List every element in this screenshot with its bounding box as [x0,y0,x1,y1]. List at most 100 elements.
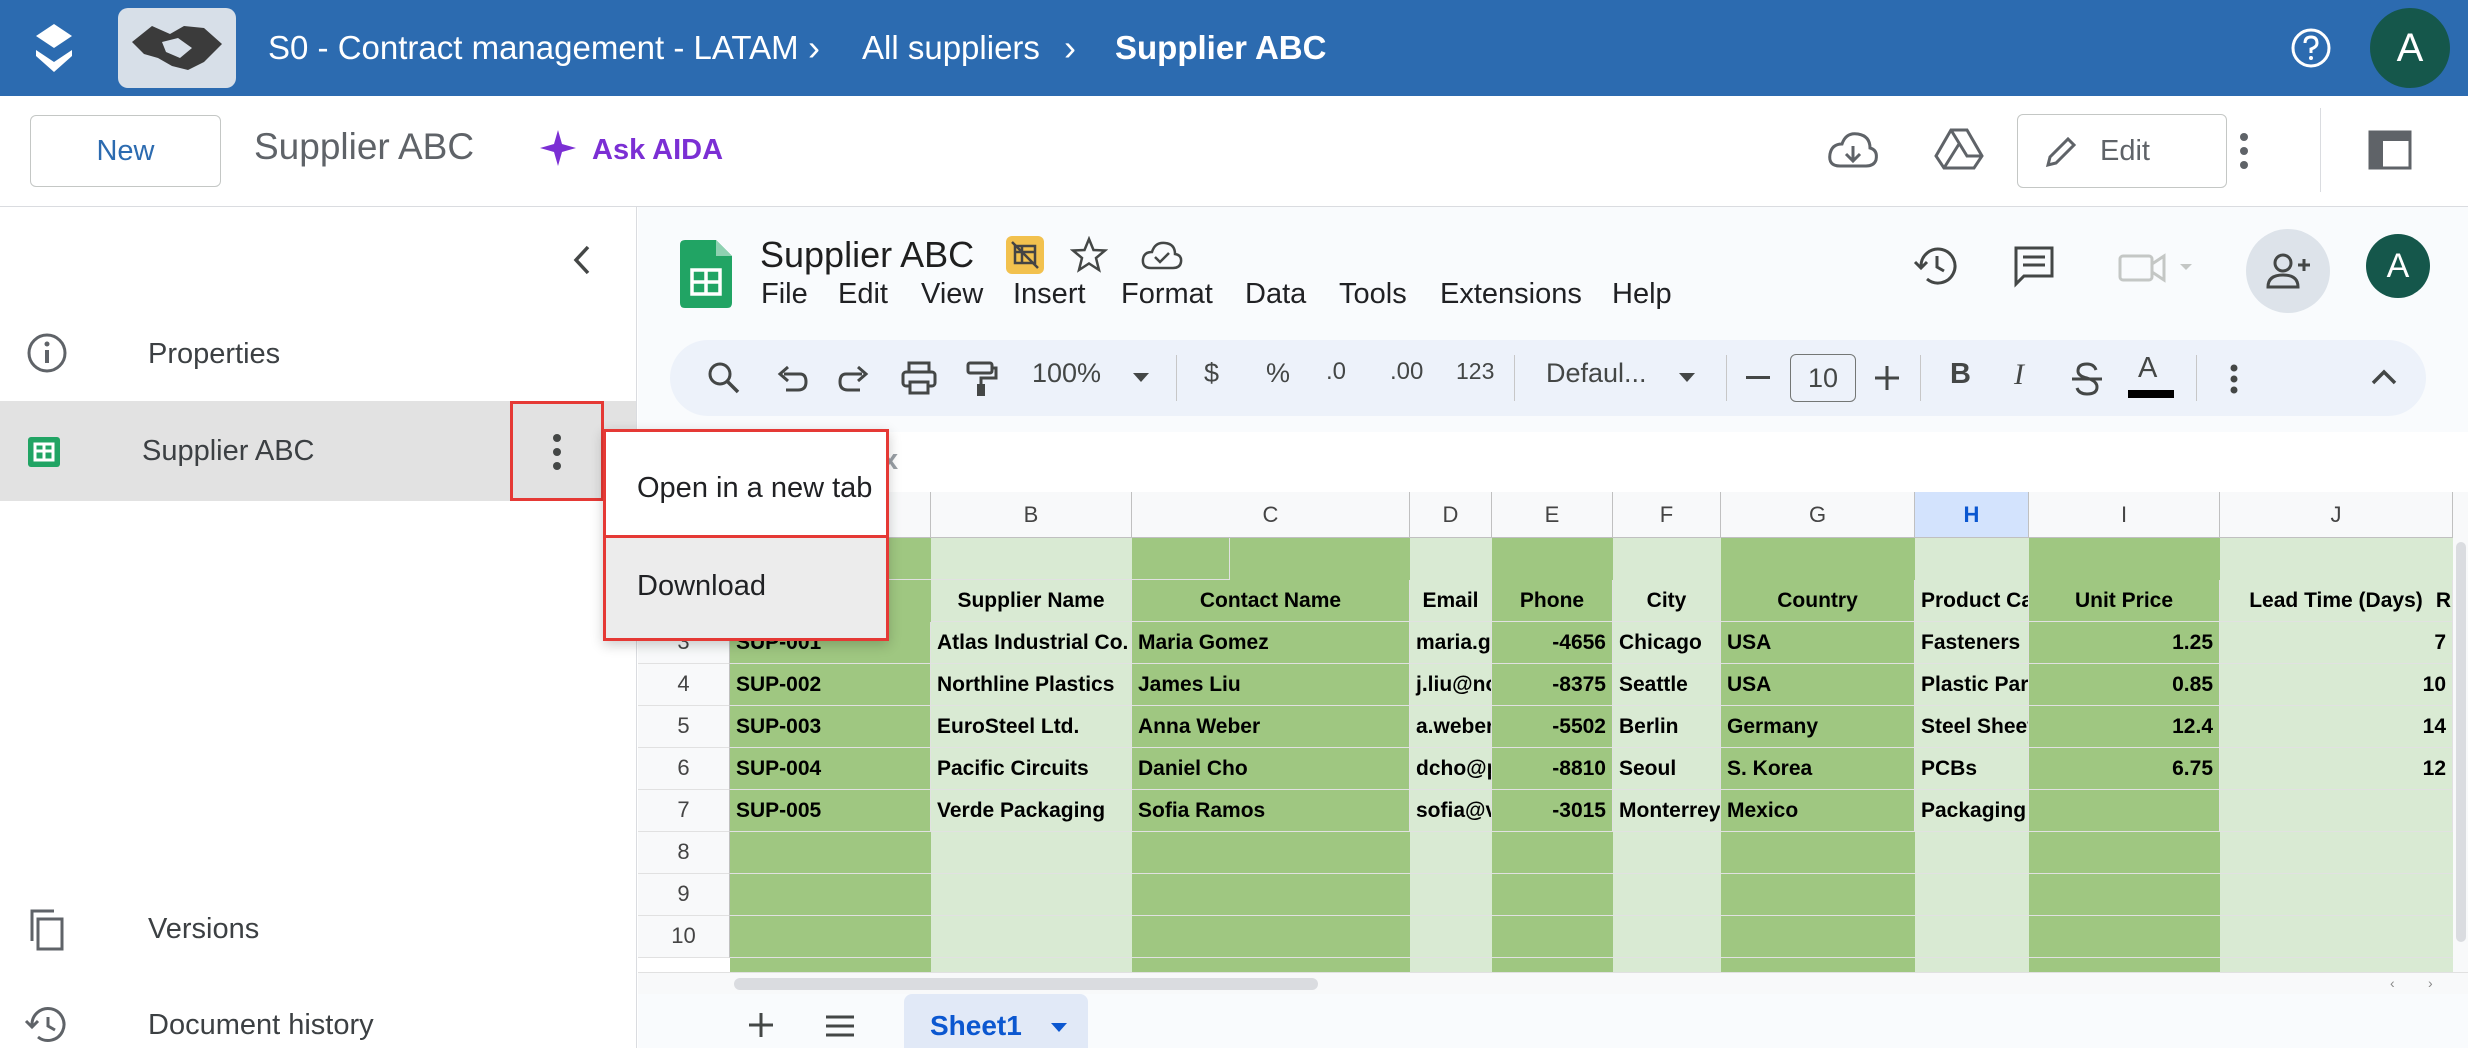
column-header[interactable]: E [1492,492,1613,538]
menu-view[interactable]: View [921,278,983,311]
table-cell[interactable]: Verde Packaging [931,790,1132,832]
percent-format-button[interactable]: % [1266,358,1290,389]
table-cell[interactable]: 14 [2220,706,2453,748]
paint-format-icon[interactable] [964,360,998,398]
user-avatar[interactable]: A [2370,8,2450,88]
menu-item-download[interactable]: Download [606,538,886,638]
table-cell[interactable]: 6.75 [2029,748,2220,790]
comments-icon[interactable] [2012,244,2056,288]
scroll-left-arrow-icon[interactable]: ‹ [2390,975,2395,991]
table-cell[interactable]: S. Korea [1721,748,1915,790]
table-cell[interactable]: Pacific Circuits [931,748,1132,790]
table-cell[interactable]: j.liu@northlineplast.com [1410,664,1492,706]
new-button[interactable]: New [30,115,221,187]
column-header[interactable]: H [1915,492,2029,538]
font-size-input[interactable]: 10 [1790,354,1856,402]
menu-file[interactable]: File [761,278,808,311]
undo-icon[interactable] [774,362,808,396]
sheet-title[interactable]: Supplier ABC [760,234,974,276]
table-cell[interactable] [2220,790,2453,832]
number-format-button[interactable]: 123 [1456,358,1494,385]
table-cell[interactable]: EuroSteel Ltd. [931,706,1132,748]
print-icon[interactable] [900,360,938,396]
table-cell[interactable]: Seattle [1613,664,1721,706]
add-sheet-icon[interactable] [748,1012,774,1038]
app-logo-icon[interactable] [32,22,76,74]
more-vert-icon[interactable] [2224,362,2244,396]
table-cell[interactable]: Plastic Parts [1915,664,2029,706]
more-vert-icon[interactable] [2232,127,2256,175]
search-icon[interactable] [706,360,742,396]
properties-item[interactable]: Properties [148,338,280,371]
table-cell[interactable]: SUP-004 [730,748,931,790]
table-cell[interactable]: Maria Gomez [1132,622,1410,664]
italic-button[interactable]: I [2014,358,2024,392]
vertical-scrollbar[interactable] [2453,492,2468,972]
table-cell[interactable]: Berlin [1613,706,1721,748]
table-cell[interactable]: maria.gomez@atlasind.co [1410,622,1492,664]
scroll-right-arrow-icon[interactable]: › [2428,975,2433,991]
google-sheets-logo-icon[interactable] [680,240,732,308]
table-cell[interactable]: Chicago [1613,622,1721,664]
table-cell[interactable]: 12 [2220,748,2453,790]
breadcrumb-all-suppliers[interactable]: All suppliers [862,0,1040,96]
column-title-cell[interactable]: Contact Name [1132,580,1410,622]
chevron-up-icon[interactable] [2370,368,2398,386]
column-title-cell[interactable]: Email [1410,580,1492,622]
table-cell[interactable]: PCBs [1915,748,2029,790]
column-title-cell[interactable]: Country [1721,580,1915,622]
column-header[interactable]: J [2220,492,2453,538]
redo-icon[interactable] [838,362,872,396]
bold-button[interactable]: B [1950,358,1971,391]
increase-font-size-icon[interactable] [1874,365,1900,391]
row-header[interactable]: 4 [638,664,730,706]
collapse-chevron-icon[interactable] [568,241,596,279]
table-cell[interactable]: Steel Sheets [1915,706,2029,748]
table-cell[interactable]: 7 [2220,622,2453,664]
table-cell[interactable]: SUP-005 [730,790,931,832]
table-cell[interactable]: SUP-002 [730,664,931,706]
sheet-tab-sheet1[interactable]: Sheet1 [904,994,1088,1048]
table-cell[interactable]: Northline Plastics [931,664,1132,706]
table-cell[interactable]: 10 [2220,664,2453,706]
table-cell[interactable]: James Liu [1132,664,1410,706]
column-header[interactable]: D [1410,492,1492,538]
row-header[interactable]: 10 [638,916,730,958]
column-title-cell[interactable]: R [2429,580,2453,622]
menu-data[interactable]: Data [1245,278,1306,311]
menu-help[interactable]: Help [1612,278,1672,311]
dropdown-arrow-icon[interactable] [1132,372,1150,384]
table-cell[interactable]: -5502 [1492,706,1613,748]
column-header[interactable]: I [2029,492,2220,538]
column-header[interactable]: F [1613,492,1721,538]
all-sheets-icon[interactable] [824,1014,856,1038]
versions-item[interactable]: Versions [148,913,259,946]
file-more-button[interactable] [510,401,604,501]
row-header[interactable]: 6 [638,748,730,790]
column-title-cell[interactable]: City [1613,580,1721,622]
star-icon[interactable] [1070,236,1108,274]
table-cell[interactable]: Anna Weber [1132,706,1410,748]
vscroll-thumb[interactable] [2456,542,2466,942]
table-cell[interactable]: Fasteners [1915,622,2029,664]
menu-format[interactable]: Format [1121,278,1213,311]
column-title-cell[interactable]: Unit Price [2029,580,2220,622]
strikethrough-icon[interactable] [2068,360,2106,398]
column-title-cell[interactable]: Supplier Name [931,580,1132,622]
table-cell[interactable]: dcho@pacificcircuits.co [1410,748,1492,790]
table-cell[interactable]: Atlas Industrial Co. [931,622,1132,664]
video-call-icon[interactable] [2118,250,2198,286]
version-history-icon[interactable] [1912,244,1958,288]
table-cell[interactable]: Seoul [1613,748,1721,790]
menu-insert[interactable]: Insert [1013,278,1086,311]
table-cell[interactable]: -3015 [1492,790,1613,832]
table-cell[interactable]: USA [1721,664,1915,706]
workspace-image[interactable] [118,8,236,88]
table-cell[interactable]: USA [1721,622,1915,664]
table-cell[interactable]: Germany [1721,706,1915,748]
layout-panel-icon[interactable] [2368,130,2412,170]
column-title-cell[interactable]: Product Category [1915,580,2029,622]
table-cell[interactable]: SUP-003 [730,706,931,748]
row-header[interactable]: 5 [638,706,730,748]
table-cell[interactable]: Sofia Ramos [1132,790,1410,832]
